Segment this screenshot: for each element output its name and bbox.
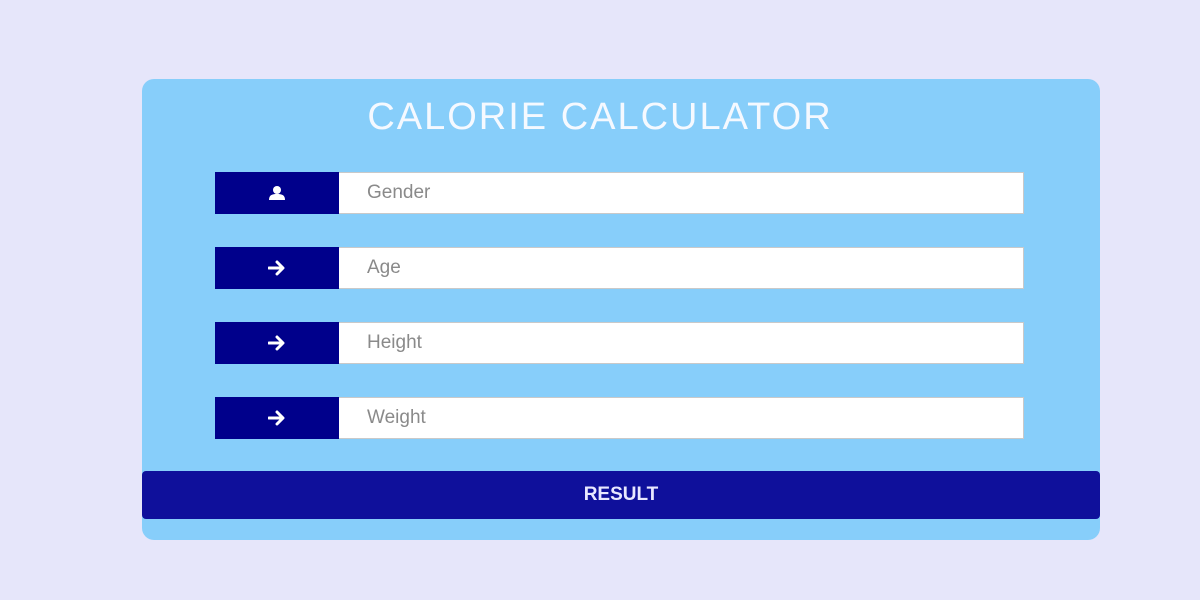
weight-field-group: [215, 397, 1024, 439]
age-icon-box: [215, 247, 339, 289]
gender-input[interactable]: [339, 172, 1024, 214]
arrow-right-icon: [268, 410, 286, 426]
height-input[interactable]: [339, 322, 1024, 364]
page-title: CALORIE CALCULATOR: [367, 96, 833, 138]
result-button[interactable]: RESULT: [142, 471, 1100, 519]
arrow-right-icon: [268, 335, 286, 351]
weight-icon-box: [215, 397, 339, 439]
age-input[interactable]: [339, 247, 1024, 289]
user-icon: [268, 185, 286, 201]
height-icon-box: [215, 322, 339, 364]
arrow-right-icon: [268, 260, 286, 276]
weight-input[interactable]: [339, 397, 1024, 439]
gender-field-group: [215, 172, 1024, 214]
gender-icon-box: [215, 172, 339, 214]
height-field-group: [215, 322, 1024, 364]
age-field-group: [215, 247, 1024, 289]
